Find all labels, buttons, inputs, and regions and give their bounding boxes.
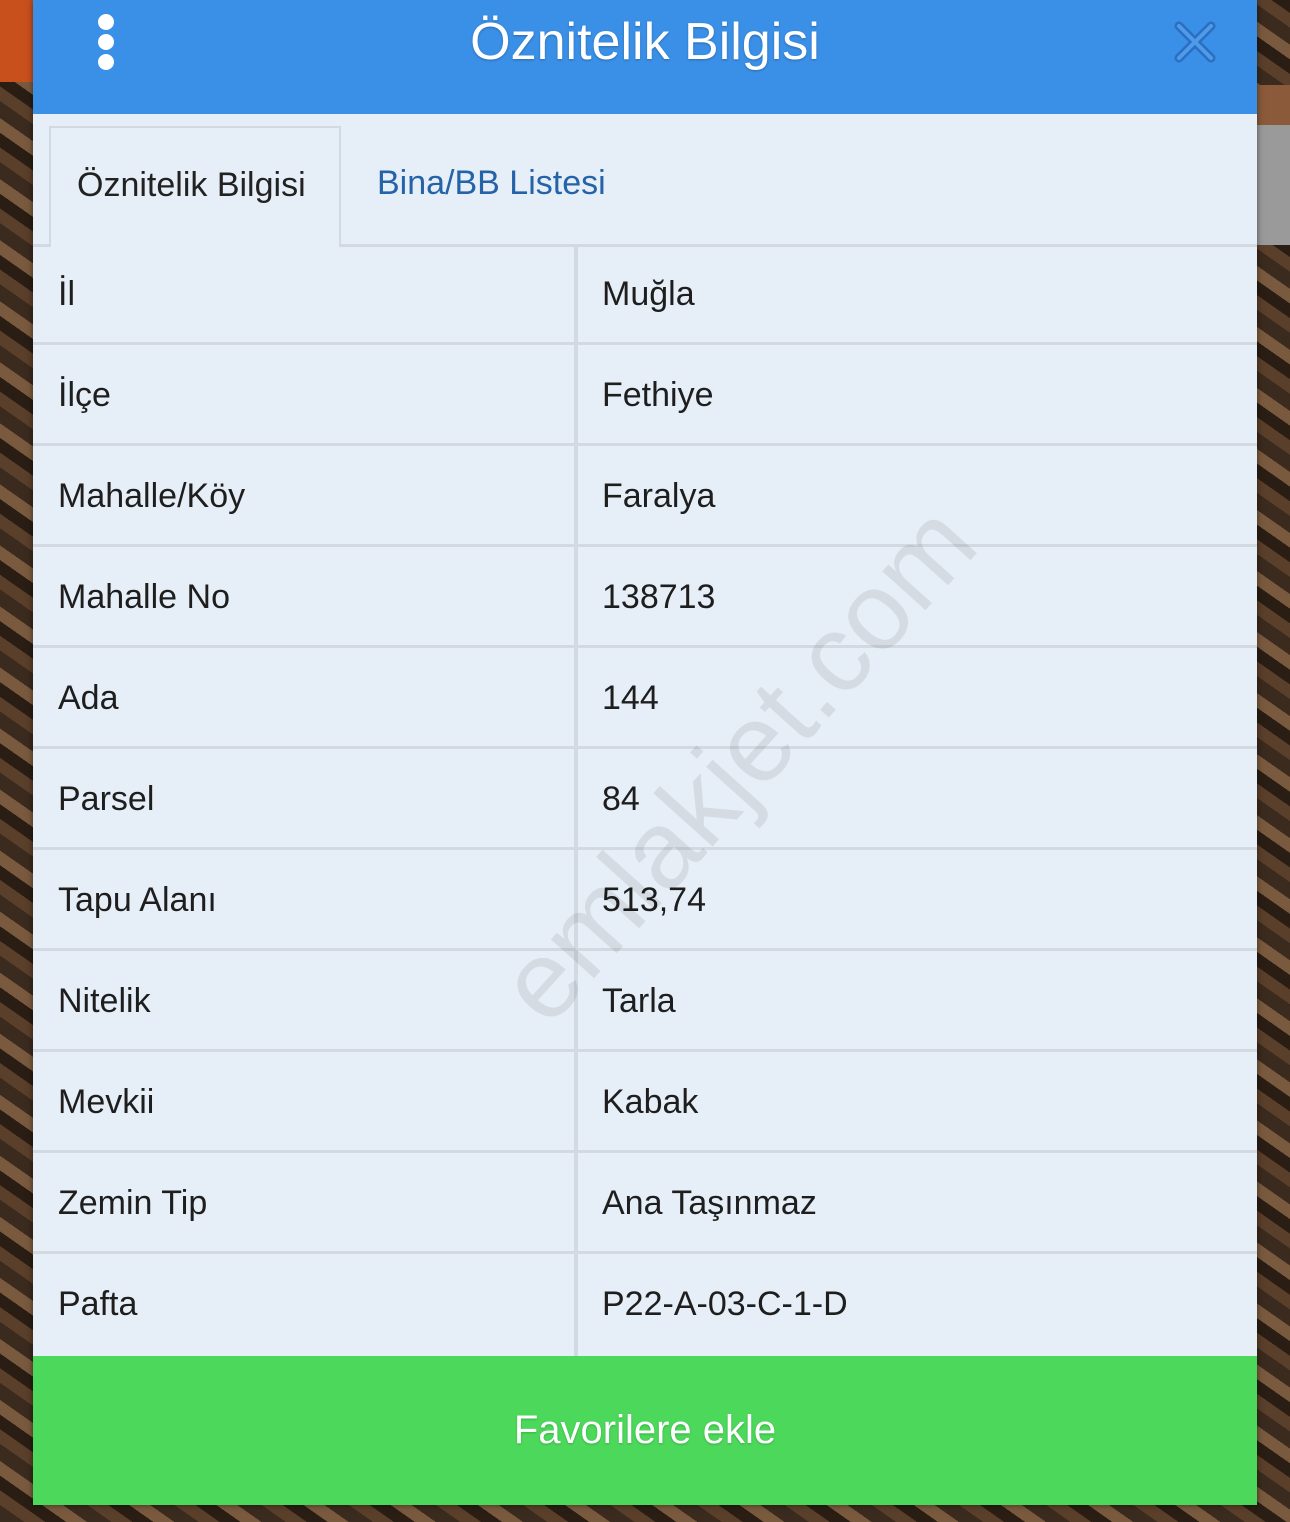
table-row: Tapu Alanı 513,74 — [33, 850, 1257, 951]
attribute-label: Pafta — [58, 1285, 138, 1323]
attribute-label: Ada — [58, 679, 119, 717]
attribute-value: Faralya — [602, 477, 716, 515]
attribute-value: 513,74 — [602, 881, 706, 919]
attribute-label: Mevkii — [58, 1083, 155, 1121]
attribute-label: Mahalle/Köy — [58, 477, 246, 515]
background-scrollbar — [1256, 125, 1290, 245]
attribute-label: İl — [58, 275, 75, 313]
attribute-label: Zemin Tip — [58, 1184, 208, 1222]
table-row: Zemin Tip Ana Taşınmaz — [33, 1153, 1257, 1254]
table-row: Nitelik Tarla — [33, 951, 1257, 1052]
table-row: İlçe Fethiye — [33, 345, 1257, 446]
add-to-favorites-button[interactable]: Favorilere ekle — [33, 1356, 1257, 1505]
attribute-value: Kabak — [602, 1083, 699, 1121]
table-row: Ada 144 — [33, 648, 1257, 749]
attribute-value: 138713 — [602, 578, 716, 616]
attribute-value: 144 — [602, 679, 659, 717]
tab-bina-bb-listesi[interactable]: Bina/BB Listesi — [377, 164, 606, 203]
attribute-label: Nitelik — [58, 982, 151, 1020]
attribute-label: İlçe — [58, 376, 111, 414]
attribute-value: 84 — [602, 780, 640, 818]
attribute-value: Muğla — [602, 275, 695, 313]
dialog-title: Öznitelik Bilgisi — [470, 13, 820, 71]
attribute-label: Mahalle No — [58, 578, 230, 616]
table-row: Parsel 84 — [33, 749, 1257, 850]
tab-label: Öznitelik Bilgisi — [77, 166, 306, 204]
background-map-edge — [0, 0, 34, 82]
background-map-edge — [1256, 85, 1290, 125]
attribute-value: Fethiye — [602, 376, 714, 414]
table-row: Pafta P22-A-03-C-1-D — [33, 1254, 1257, 1355]
attribute-value: Ana Taşınmaz — [602, 1184, 817, 1222]
dialog-title-bar: Öznitelik Bilgisi — [33, 0, 1257, 114]
table-row: Mevkii Kabak — [33, 1052, 1257, 1153]
table-row: Mahalle No 138713 — [33, 547, 1257, 648]
table-row: Mahalle/Köy Faralya — [33, 446, 1257, 547]
attribute-value: Tarla — [602, 982, 676, 1020]
attribute-label: Tapu Alanı — [58, 881, 217, 919]
tab-bar: Öznitelik Bilgisi Bina/BB Listesi — [33, 114, 1257, 247]
table-row: İl Muğla — [33, 244, 1257, 345]
attribute-value: P22-A-03-C-1-D — [602, 1285, 848, 1323]
attribute-info-dialog: Öznitelik Bilgisi Öznitelik Bilgisi Bina… — [33, 0, 1257, 1505]
tab-oznitelik-bilgisi[interactable]: Öznitelik Bilgisi — [49, 126, 341, 247]
attribute-label: Parsel — [58, 780, 155, 818]
close-icon[interactable] — [1173, 20, 1217, 64]
attribute-table: İl Muğla İlçe Fethiye Mahalle/Köy Faraly… — [33, 244, 1257, 1356]
